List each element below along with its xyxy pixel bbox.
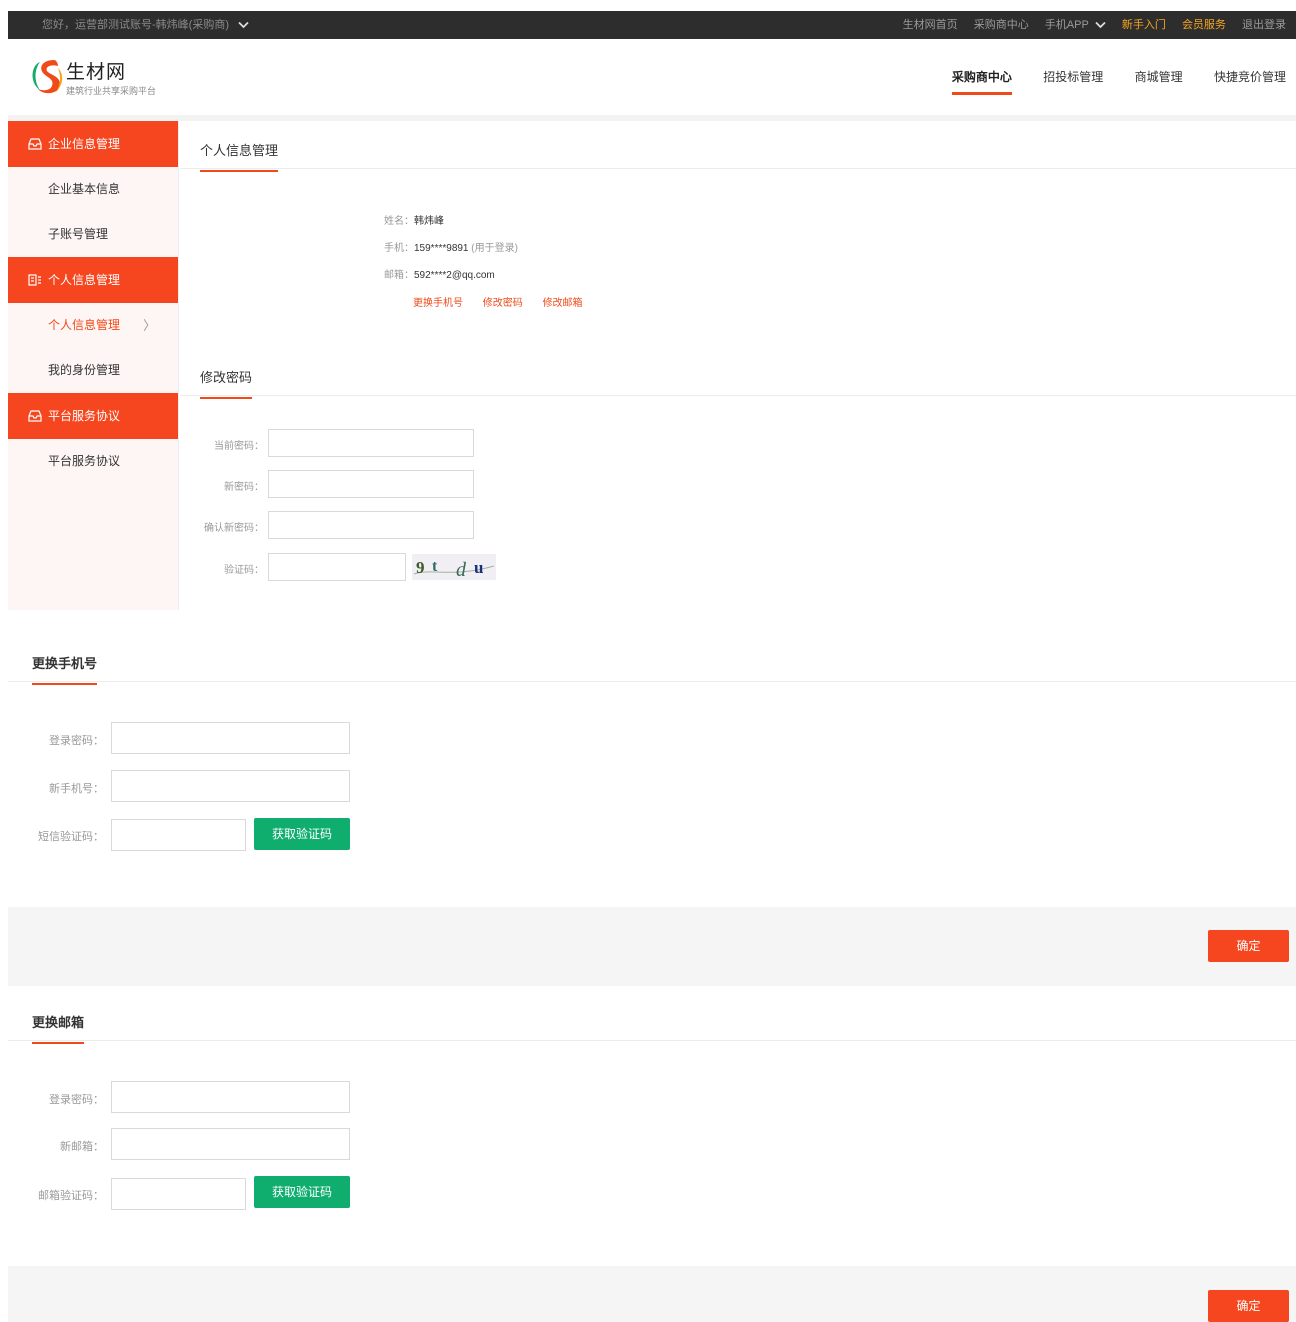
- main-nav: 采购商中心 招投标管理 商城管理 快捷竞价管理: [924, 68, 1286, 95]
- change-phone-link[interactable]: 更换手机号: [413, 298, 463, 309]
- current-password-label: 当前密码：: [214, 441, 264, 452]
- section-title: 修改密码: [200, 367, 253, 399]
- logo-title: 生材网: [66, 62, 127, 83]
- name-label: 姓名：: [384, 216, 414, 227]
- change-password-link[interactable]: 修改密码: [483, 298, 523, 309]
- sms-code-label: 短信验证码：: [38, 831, 104, 843]
- new-password-input[interactable]: [268, 470, 474, 498]
- new-password-label: 新密码：: [224, 482, 264, 493]
- id-card-icon: [28, 274, 41, 286]
- svg-text:t: t: [432, 558, 438, 575]
- profile-email-row: 邮箱：592****2@qq.com: [384, 266, 495, 281]
- sidebar-group-agreement[interactable]: 平台服务协议: [8, 393, 178, 439]
- email-label: 邮箱：: [384, 270, 414, 281]
- sidebar-group-enterprise[interactable]: 企业信息管理: [8, 121, 178, 167]
- sidebar-item-sub-accounts[interactable]: 子账号管理: [8, 212, 178, 257]
- sidebar-group-label: 个人信息管理: [48, 273, 121, 287]
- sms-code-input[interactable]: [111, 819, 246, 851]
- phone-password-label: 登录密码：: [49, 735, 104, 747]
- svg-text:d: d: [456, 559, 467, 580]
- nav-buyer-center[interactable]: 采购商中心: [951, 68, 1012, 95]
- email-confirm-button[interactable]: 确定: [1208, 1290, 1289, 1322]
- top-bar: 您好，运营部测试账号-韩炜峰(采购商) 生材网首页 采购商中心 手机APP 新手…: [8, 11, 1296, 39]
- captcha-label: 验证码：: [224, 565, 264, 576]
- inbox-icon: [28, 410, 42, 422]
- email-password-label: 登录密码：: [49, 1094, 104, 1106]
- profile-section: 个人信息管理: [180, 121, 1296, 172]
- profile-name-row: 姓名：韩炜峰: [384, 212, 444, 227]
- link-mobile-app-label: 手机APP: [1044, 19, 1089, 31]
- new-phone-label: 新手机号：: [49, 783, 104, 795]
- password-section: 修改密码: [180, 348, 1296, 399]
- email-footer: 确定: [8, 1266, 1296, 1322]
- user-greeting[interactable]: 您好，运营部测试账号-韩炜峰(采购商): [42, 11, 249, 39]
- new-email-label: 新邮箱：: [60, 1141, 104, 1153]
- email-login-password-input[interactable]: [111, 1081, 350, 1113]
- password-section-header: 修改密码: [180, 348, 1296, 399]
- sidebar-group-label: 企业信息管理: [48, 137, 121, 151]
- inbox-icon: [28, 138, 42, 150]
- email-code-label: 邮箱验证码：: [38, 1190, 104, 1202]
- logo-icon[interactable]: [28, 56, 66, 96]
- phone-login-password-input[interactable]: [111, 722, 350, 754]
- logo-subtitle: 建筑行业共享采购平台: [66, 86, 157, 96]
- link-home[interactable]: 生材网首页: [903, 19, 958, 31]
- top-links: 生材网首页 采购商中心 手机APP 新手入门 会员服务 退出登录: [890, 11, 1286, 39]
- captcha-image[interactable]: 9 t d u: [412, 554, 496, 581]
- profile-section-header: 个人信息管理: [180, 121, 1296, 172]
- new-phone-input[interactable]: [111, 770, 350, 802]
- nav-quick-bid[interactable]: 快捷竞价管理: [1214, 68, 1286, 95]
- link-buyer-center[interactable]: 采购商中心: [974, 19, 1029, 31]
- chevron-right-icon: 〉: [142, 318, 156, 333]
- email-value: 592****2@qq.com: [414, 270, 495, 281]
- profile-actions: 更换手机号 修改密码 修改邮箱: [413, 294, 600, 309]
- sidebar-item-label: 个人信息管理: [48, 318, 121, 332]
- current-password-input[interactable]: [268, 429, 474, 457]
- captcha-graphic: 9 t d u: [413, 558, 495, 581]
- get-sms-code-button[interactable]: 获取验证码: [254, 818, 350, 850]
- sidebar: 企业信息管理 企业基本信息 子账号管理 个人信息管理 个人信息管理 〉 我的身份…: [8, 121, 179, 610]
- link-logout[interactable]: 退出登录: [1242, 19, 1286, 31]
- phone-footer: 确定: [8, 907, 1296, 986]
- phone-note: (用于登录): [471, 243, 518, 254]
- sidebar-item-company-info[interactable]: 企业基本信息: [8, 167, 178, 212]
- link-newbie[interactable]: 新手入门: [1122, 19, 1166, 31]
- change-email-header: 更换邮箱: [8, 993, 1296, 1044]
- nav-mall[interactable]: 商城管理: [1135, 68, 1183, 95]
- confirm-password-label: 确认新密码：: [204, 523, 264, 534]
- nav-bidding[interactable]: 招投标管理: [1043, 68, 1103, 95]
- change-phone-header: 更换手机号: [8, 634, 1296, 685]
- chevron-down-icon: [238, 21, 249, 29]
- site-header: 生材网 建筑行业共享采购平台 采购商中心 招投标管理 商城管理 快捷竞价管理: [8, 39, 1296, 115]
- sidebar-group-label: 平台服务协议: [48, 409, 121, 423]
- svg-text:9: 9: [416, 558, 425, 577]
- captcha-input[interactable]: [268, 553, 406, 581]
- sidebar-item-agreement[interactable]: 平台服务协议: [8, 439, 178, 484]
- section-title: 更换手机号: [32, 653, 98, 685]
- section-title: 个人信息管理: [200, 140, 279, 172]
- chevron-down-icon: [1095, 21, 1106, 29]
- name-value: 韩炜峰: [414, 216, 444, 227]
- svg-text:u: u: [474, 558, 483, 577]
- sidebar-item-identity[interactable]: 我的身份管理: [8, 348, 178, 393]
- email-code-input[interactable]: [111, 1178, 246, 1210]
- sidebar-item-personal-info[interactable]: 个人信息管理 〉: [8, 303, 178, 348]
- get-email-code-button[interactable]: 获取验证码: [254, 1176, 350, 1208]
- section-title: 更换邮箱: [32, 1012, 85, 1044]
- link-mobile-app[interactable]: 手机APP: [1045, 19, 1106, 31]
- confirm-password-input[interactable]: [268, 511, 474, 539]
- change-email-link[interactable]: 修改邮箱: [543, 298, 583, 309]
- sidebar-group-personal[interactable]: 个人信息管理: [8, 257, 178, 303]
- phone-value: 159****9891: [414, 243, 469, 254]
- new-email-input[interactable]: [111, 1128, 350, 1160]
- greeting-text: 您好，运营部测试账号-韩炜峰(采购商): [42, 19, 229, 31]
- link-member[interactable]: 会员服务: [1182, 19, 1226, 31]
- phone-label: 手机：: [384, 243, 414, 254]
- phone-confirm-button[interactable]: 确定: [1208, 930, 1289, 962]
- profile-phone-row: 手机：159****9891 (用于登录): [384, 239, 518, 254]
